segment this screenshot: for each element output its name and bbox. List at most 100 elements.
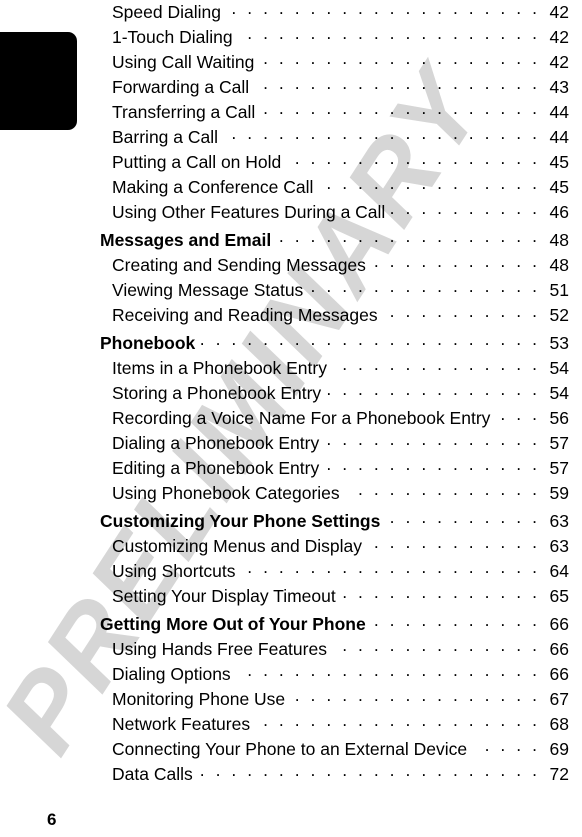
toc-dot-leader: [277, 228, 540, 246]
toc-entry-label: Putting a Call on Hold: [112, 151, 282, 172]
toc-entry-label: Dialing Options: [112, 663, 231, 684]
toc-entry-label: Viewing Message Status: [112, 279, 304, 300]
toc-entry-label: Receiving and Reading Messages: [112, 304, 378, 325]
toc-entry[interactable]: Monitoring Phone Use 67: [0, 687, 582, 712]
toc-entry-label: Network Features: [112, 713, 251, 734]
toc-entry[interactable]: Forwarding a Call 43: [0, 75, 582, 100]
toc-entry-label: Customizing Your Phone Settings: [100, 510, 381, 531]
toc-dot-leader: [255, 75, 540, 93]
toc-entry[interactable]: Customizing Menus and Display 63: [0, 534, 582, 559]
toc-entry[interactable]: Receiving and Reading Messages 52: [0, 303, 582, 328]
toc-dot-leader: [391, 200, 540, 218]
toc-entry[interactable]: Phonebook 53: [0, 331, 582, 356]
toc-entry-page-number: 57: [549, 457, 569, 478]
toc-entry[interactable]: Barring a Call 44: [0, 125, 582, 150]
toc-entry-page-number: 46: [549, 201, 569, 222]
toc-entry-label: Recording a Voice Name For a Phonebook E…: [112, 407, 491, 428]
toc-dot-leader: [287, 150, 540, 168]
toc-entry-label: Using Other Features During a Call: [112, 201, 386, 222]
table-of-contents: Speed Dialing421-Touch Dialing42Using Ca…: [0, 0, 582, 787]
toc-entry-page-number: 56: [549, 407, 569, 428]
toc-entry[interactable]: Dialing Options 66: [0, 662, 582, 687]
toc-entry-page-number: 66: [549, 663, 569, 684]
toc-entry-page-number: 45: [549, 151, 569, 172]
toc-entry-page-number: 51: [549, 279, 569, 300]
toc-entry-label: Using Hands Free Features: [112, 638, 327, 659]
toc-entry-page-number: 43: [549, 76, 569, 97]
toc-entry-page-number: 69: [549, 738, 569, 759]
toc-entry[interactable]: Storing a Phonebook Entry 54: [0, 381, 582, 406]
toc-entry-label: Barring a Call: [112, 126, 219, 147]
toc-dot-leader: [319, 175, 540, 193]
toc-entry-label: Phonebook: [100, 332, 196, 353]
toc-dot-leader: [261, 100, 540, 118]
toc-entry[interactable]: Messages and Email 48: [0, 228, 582, 253]
toc-entry-label: Monitoring Phone Use: [112, 688, 286, 709]
toc-entry[interactable]: Using Other Features During a Call 46: [0, 200, 582, 225]
toc-dot-leader: [199, 762, 540, 780]
toc-dot-leader: [227, 0, 540, 18]
toc-dot-leader: [224, 125, 540, 143]
toc-entry-page-number: 63: [549, 510, 569, 531]
toc-entry-page-number: 67: [549, 688, 569, 709]
toc-dot-leader: [386, 509, 540, 527]
toc-entry[interactable]: Transferring a Call 44: [0, 100, 582, 125]
toc-dot-leader: [333, 637, 540, 655]
toc-entry[interactable]: Using Shortcuts 64: [0, 559, 582, 584]
toc-entry-label: Editing a Phonebook Entry: [112, 457, 320, 478]
toc-entry[interactable]: Using Call Waiting 42: [0, 50, 582, 75]
toc-entry[interactable]: Viewing Message Status 51: [0, 278, 582, 303]
toc-dot-leader: [372, 253, 540, 271]
toc-dot-leader: [372, 612, 540, 630]
toc-entry[interactable]: Customizing Your Phone Settings 63: [0, 509, 582, 534]
toc-entry[interactable]: Setting Your Display Timeout 65: [0, 584, 582, 609]
page-number: 6: [47, 810, 57, 829]
toc-entry[interactable]: Recording a Voice Name For a Phonebook E…: [0, 406, 582, 431]
toc-entry[interactable]: Connecting Your Phone to an External Dev…: [0, 737, 582, 762]
toc-entry[interactable]: Putting a Call on Hold 45: [0, 150, 582, 175]
toc-entry-page-number: 66: [549, 613, 569, 634]
toc-entry-label: Messages and Email: [100, 229, 272, 250]
toc-entry[interactable]: 1-Touch Dialing 42: [0, 25, 582, 50]
toc-entry[interactable]: Data Calls 72: [0, 762, 582, 787]
toc-entry[interactable]: Editing a Phonebook Entry 57: [0, 456, 582, 481]
toc-entry[interactable]: Network Features 68: [0, 712, 582, 737]
toc-entry[interactable]: Using Phonebook Categories 59: [0, 481, 582, 506]
toc-dot-leader: [368, 534, 540, 552]
toc-dot-leader: [346, 481, 540, 499]
toc-entry[interactable]: Making a Conference Call 45: [0, 175, 582, 200]
toc-entry-label: Speed Dialing: [112, 1, 221, 22]
toc-dot-leader: [201, 331, 540, 349]
toc-entry[interactable]: Dialing a Phonebook Entry 57: [0, 431, 582, 456]
toc-entry[interactable]: Items in a Phonebook Entry 54: [0, 356, 582, 381]
toc-entry-label: Making a Conference Call: [112, 176, 314, 197]
toc-dot-leader: [384, 303, 540, 321]
toc-entry-page-number: 45: [549, 176, 569, 197]
toc-dot-leader: [239, 25, 540, 43]
toc-entry-label: Items in a Phonebook Entry: [112, 357, 327, 378]
toc-entry[interactable]: Using Hands Free Features 66: [0, 637, 582, 662]
toc-entry-page-number: 42: [549, 1, 569, 22]
toc-entry[interactable]: Speed Dialing 42: [0, 0, 582, 25]
toc-entry[interactable]: Getting More Out of Your Phone 66: [0, 612, 582, 637]
toc-entry-label: Setting Your Display Timeout: [112, 585, 336, 606]
toc-dot-leader: [325, 456, 540, 474]
toc-entry-page-number: 42: [549, 51, 569, 72]
toc-entry-page-number: 44: [549, 101, 569, 122]
toc-entry-page-number: 42: [549, 26, 569, 47]
toc-entry-label: Connecting Your Phone to an External Dev…: [112, 738, 468, 759]
toc-entry-page-number: 59: [549, 482, 569, 503]
toc-entry-page-number: 52: [549, 304, 569, 325]
toc-entry-page-number: 57: [549, 432, 569, 453]
toc-dot-leader: [237, 662, 540, 680]
toc-entry-label: Using Phonebook Categories: [112, 482, 340, 503]
toc-entry-page-number: 48: [549, 229, 569, 250]
toc-entry-label: Storing a Phonebook Entry: [112, 382, 322, 403]
toc-entry-page-number: 63: [549, 535, 569, 556]
toc-entry[interactable]: Creating and Sending Messages 48: [0, 253, 582, 278]
toc-dot-leader: [342, 584, 540, 602]
toc-entry-label: Customizing Menus and Display: [112, 535, 362, 556]
toc-dot-leader: [325, 431, 540, 449]
toc-entry-label: Forwarding a Call: [112, 76, 250, 97]
toc-entry-page-number: 54: [549, 357, 569, 378]
